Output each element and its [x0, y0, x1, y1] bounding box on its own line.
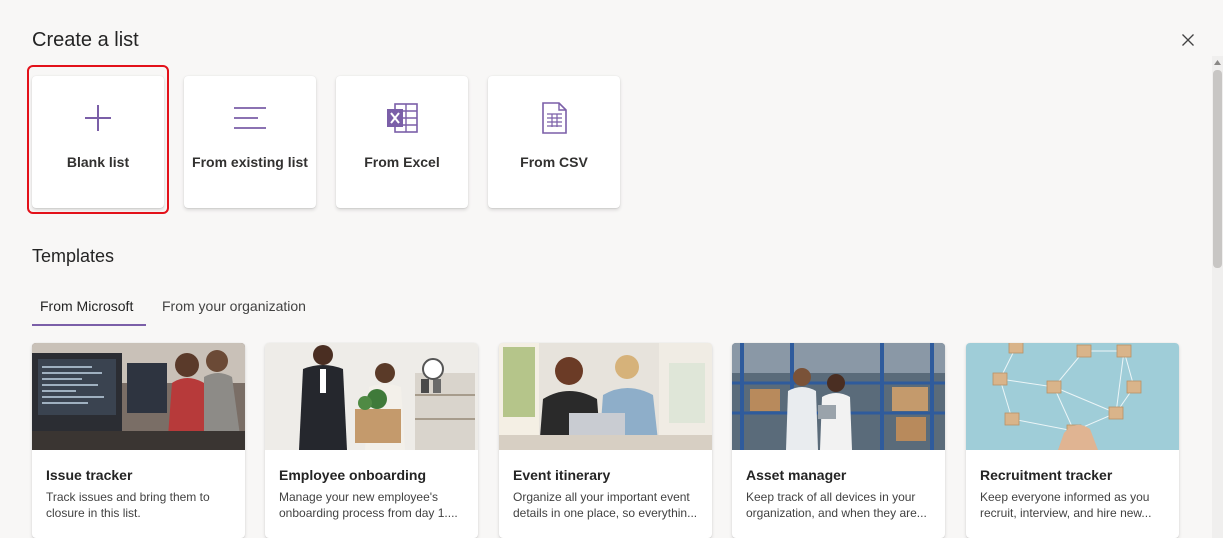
templates-heading: Templates: [32, 246, 115, 266]
blank-list-card[interactable]: Blank list: [32, 76, 164, 208]
close-icon: [1182, 34, 1194, 46]
excel-icon: [384, 100, 420, 136]
women-at-laptop-photo: [499, 343, 712, 450]
tab-from-your-organization[interactable]: From your organization: [162, 298, 306, 326]
template-card-asset-manager[interactable]: Asset manager Keep track of all devices …: [732, 343, 945, 538]
template-description: Track issues and bring them to closure i…: [46, 490, 210, 520]
template-description: Keep everyone informed as you recruit, i…: [980, 490, 1152, 520]
scrollbar-thumb[interactable]: [1213, 70, 1222, 268]
active-tab-indicator: [32, 324, 146, 326]
dialog-title: Create a list: [32, 29, 139, 51]
warehouse-photo: [732, 343, 945, 450]
template-description: Organize all your important event detail…: [513, 490, 698, 520]
people-at-computers-photo: [32, 343, 245, 450]
close-button[interactable]: [1176, 28, 1200, 52]
template-card-issue-tracker[interactable]: Issue tracker Track issues and bring the…: [32, 343, 245, 538]
from-existing-list-label: From existing list: [192, 154, 308, 170]
csv-file-icon: [536, 100, 572, 136]
from-existing-list-card[interactable]: From existing list: [184, 76, 316, 208]
template-title: Recruitment tracker: [980, 467, 1113, 483]
from-excel-label: From Excel: [364, 154, 440, 170]
network-blocks-photo: [966, 343, 1179, 450]
template-description: Manage your new employee's onboarding pr…: [279, 490, 458, 520]
create-list-dialog: Create a list Blank list From existing l…: [0, 0, 1223, 538]
from-csv-card[interactable]: From CSV: [488, 76, 620, 208]
template-title: Event itinerary: [513, 467, 611, 483]
scroll-up-arrow-icon[interactable]: [1212, 56, 1223, 68]
template-card-event-itinerary[interactable]: Event itinerary Organize all your import…: [499, 343, 712, 538]
template-description: Keep track of all devices in your organi…: [746, 490, 927, 520]
template-title: Issue tracker: [46, 467, 133, 483]
office-welcome-photo: [265, 343, 478, 450]
template-card-employee-onboarding[interactable]: Employee onboarding Manage your new empl…: [265, 343, 478, 538]
plus-icon: [80, 100, 116, 136]
blank-list-label: Blank list: [66, 154, 130, 170]
from-excel-card[interactable]: From Excel: [336, 76, 468, 208]
template-card-recruitment-tracker[interactable]: Recruitment tracker Keep everyone inform…: [966, 343, 1179, 538]
tab-from-microsoft[interactable]: From Microsoft: [40, 298, 133, 326]
from-csv-label: From CSV: [520, 154, 588, 170]
template-title: Employee onboarding: [279, 467, 427, 483]
template-title: Asset manager: [746, 467, 847, 483]
lines-icon: [232, 100, 268, 136]
